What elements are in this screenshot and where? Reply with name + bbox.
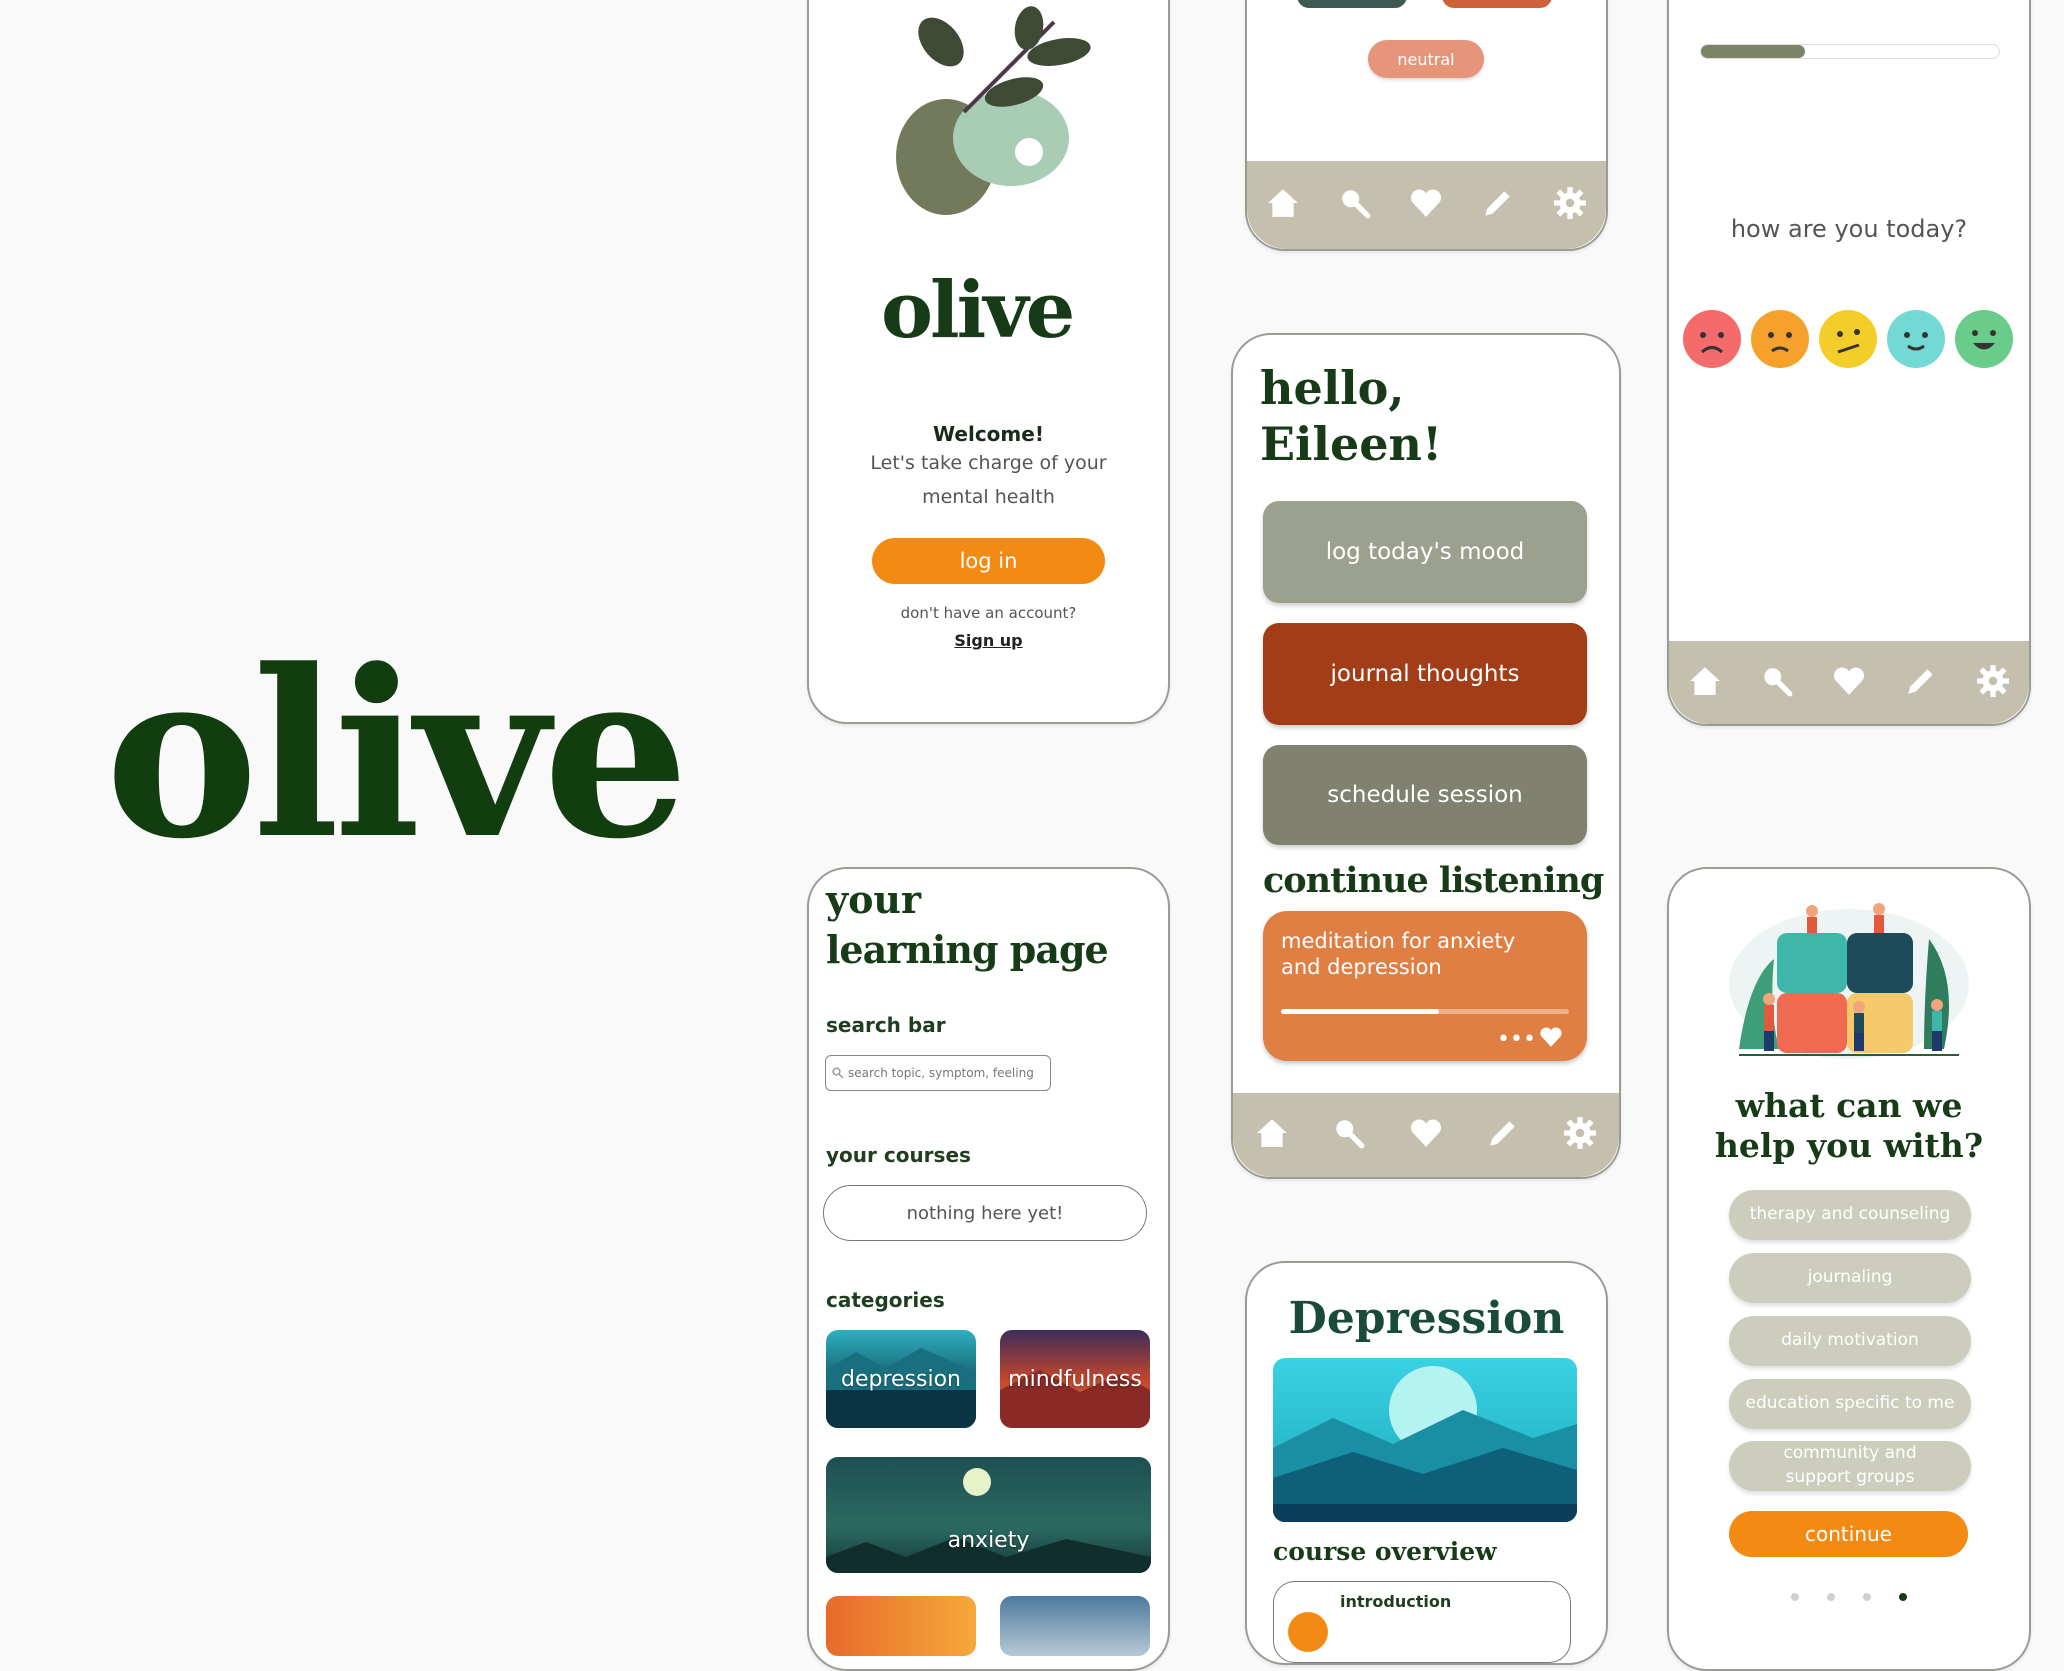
pencil-icon[interactable] — [1904, 664, 1938, 702]
content-face-icon[interactable] — [1887, 310, 1945, 368]
category-mindfulness[interactable]: mindfulness — [1000, 1330, 1150, 1428]
mood-picker-partial-screen: neutral — [1245, 0, 1608, 251]
neutral-chip[interactable]: neutral — [1368, 40, 1484, 78]
page-dot[interactable] — [1899, 1593, 1907, 1601]
pencil-icon[interactable] — [1481, 186, 1515, 224]
help-screen: what can we help you with? therapy and c… — [1667, 867, 2031, 1671]
option-education[interactable]: education specific to me — [1729, 1379, 1971, 1429]
welcome-screen: olive Welcome! Let's take charge of your… — [807, 0, 1170, 724]
lesson-card[interactable]: introduction — [1273, 1581, 1571, 1663]
help-question-line-1: what can we — [1735, 1086, 1963, 1125]
welcome-logo: olive — [881, 265, 1075, 356]
neutral-face-icon[interactable] — [1819, 310, 1877, 368]
lesson-status-icon — [1288, 1612, 1328, 1652]
page-dot[interactable] — [1791, 1593, 1799, 1601]
track-title-line-2: and depression — [1281, 955, 1442, 979]
signup-link[interactable]: Sign up — [809, 631, 1168, 650]
track-card[interactable]: meditation for anxiety and depression ••… — [1263, 911, 1587, 1061]
olive-illustration — [896, 6, 1091, 215]
gear-icon[interactable] — [1553, 186, 1587, 224]
continue-heading: continue listening — [1263, 860, 1604, 901]
option-motivation[interactable]: daily motivation — [1729, 1316, 1971, 1366]
course-banner-image — [1273, 1358, 1577, 1522]
journal-button[interactable]: journal thoughts — [1263, 623, 1587, 725]
home-screen: hello, Eileen! log today's mood journal … — [1231, 333, 1621, 1179]
login-button[interactable]: log in — [872, 538, 1105, 584]
page-dot[interactable] — [1863, 1593, 1871, 1601]
option-journaling[interactable]: journaling — [1729, 1253, 1971, 1303]
mood-question-screen: how are you today? — [1667, 0, 2031, 726]
welcome-line-1: Let's take charge of your — [870, 452, 1107, 474]
greeting-line-2: Eileen! — [1260, 417, 1443, 471]
search-placeholder: search topic, symptom, feeling — [848, 1066, 1034, 1080]
brand-logo: olive — [105, 620, 689, 890]
sad-face-icon[interactable] — [1751, 310, 1809, 368]
option-community[interactable]: community and support groups — [1729, 1441, 1971, 1491]
home-icon[interactable] — [1255, 1116, 1289, 1154]
bottom-nav — [1669, 641, 2029, 724]
log-mood-button[interactable]: log today's mood — [1263, 501, 1587, 603]
search-icon[interactable] — [1332, 1116, 1366, 1154]
very-sad-face-icon[interactable] — [1683, 310, 1741, 368]
happy-face-icon[interactable] — [1955, 310, 2013, 368]
lesson-title: introduction — [1340, 1592, 1452, 1611]
mood-chip-dark[interactable] — [1297, 0, 1407, 8]
pencil-icon[interactable] — [1486, 1116, 1520, 1154]
courses-empty-box: nothing here yet! — [823, 1185, 1147, 1241]
schedule-button[interactable]: schedule session — [1263, 745, 1587, 845]
learning-title-line-2: learning page — [826, 927, 1109, 972]
category-anxiety[interactable]: anxiety — [826, 1457, 1151, 1573]
track-progress-fill — [1281, 1009, 1440, 1014]
search-heading: search bar — [826, 1013, 946, 1037]
courses-heading: your courses — [826, 1143, 971, 1167]
page-dot[interactable] — [1827, 1593, 1835, 1601]
track-title-line-1: meditation for anxiety — [1281, 929, 1516, 953]
bottom-nav — [1247, 161, 1606, 249]
search-icon — [832, 1067, 844, 1079]
continue-button[interactable]: continue — [1729, 1511, 1968, 1557]
welcome-heading: Welcome! — [933, 422, 1044, 446]
course-overview-heading: course overview — [1273, 1537, 1497, 1566]
heart-icon[interactable] — [1409, 1116, 1443, 1154]
more-icon[interactable]: ••• — [1497, 1029, 1536, 1051]
search-input[interactable]: search topic, symptom, feeling — [825, 1055, 1051, 1091]
welcome-line-2: mental health — [922, 486, 1055, 508]
depression-course-screen: Depression course overview introduction — [1245, 1261, 1608, 1665]
mood-faces — [1683, 310, 2019, 370]
category-card-blue[interactable] — [1000, 1596, 1150, 1656]
help-question-line-2: help you with? — [1714, 1126, 1984, 1165]
bottom-nav — [1233, 1093, 1619, 1177]
search-icon[interactable] — [1338, 186, 1372, 224]
home-icon[interactable] — [1266, 186, 1300, 224]
home-icon[interactable] — [1688, 664, 1722, 702]
heart-icon[interactable] — [1409, 186, 1443, 224]
category-card-orange[interactable] — [826, 1596, 976, 1656]
progress-fill — [1701, 45, 1806, 58]
learning-title-line-1: your — [826, 877, 922, 922]
heart-icon[interactable] — [1539, 1025, 1563, 1049]
team-puzzle-illustration — [1729, 903, 1969, 1059]
heart-icon[interactable] — [1832, 664, 1866, 702]
learning-screen: your learning page search bar search top… — [807, 867, 1170, 1671]
page-dots — [1669, 1593, 2029, 1601]
search-icon[interactable] — [1760, 664, 1794, 702]
mood-question: how are you today? — [1730, 215, 1968, 243]
progress-track — [1700, 44, 2000, 59]
no-account-text: don't have an account? — [900, 604, 1077, 622]
gear-icon[interactable] — [1976, 664, 2010, 702]
mood-chip-orange[interactable] — [1442, 0, 1552, 8]
greeting-line-1: hello, — [1260, 361, 1405, 415]
gear-icon[interactable] — [1563, 1116, 1597, 1154]
course-title: Depression — [1288, 1293, 1565, 1344]
categories-heading: categories — [826, 1288, 945, 1312]
option-therapy[interactable]: therapy and counseling — [1729, 1190, 1971, 1240]
category-depression[interactable]: depression — [826, 1330, 976, 1428]
track-progress-track[interactable] — [1281, 1009, 1569, 1014]
